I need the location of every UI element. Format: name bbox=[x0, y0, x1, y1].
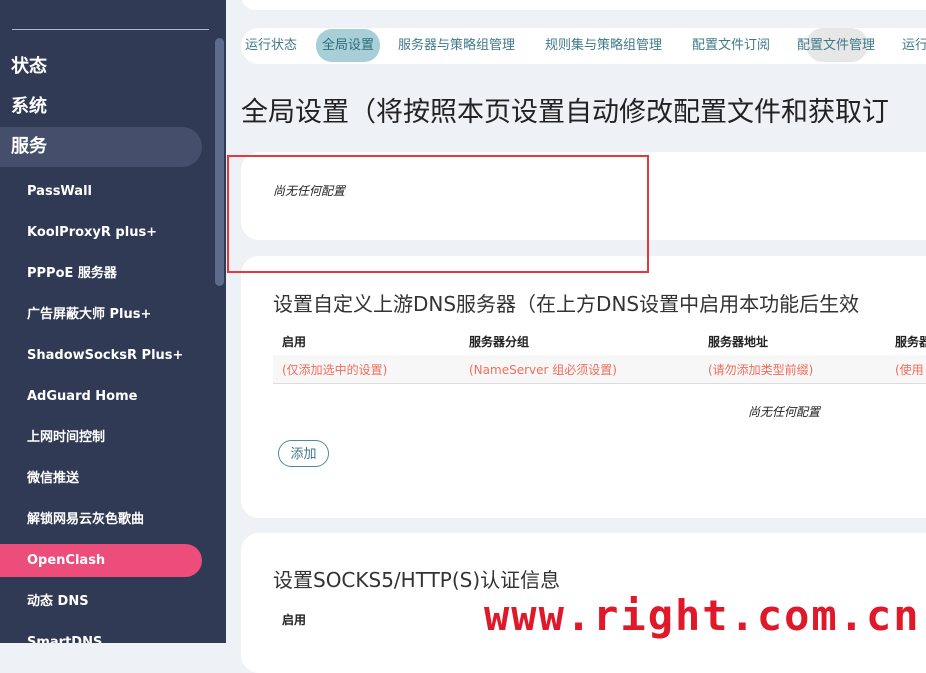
sidebar-scrollbar[interactable] bbox=[215, 38, 224, 286]
hint-enable: (仅添加选中的设置) bbox=[282, 363, 388, 377]
sidebar-item-shadowsocksr[interactable]: ShadowSocksR Plus+ bbox=[0, 339, 183, 372]
page-title: 全局设置（将按照本页设置自动修改配置文件和获取订 bbox=[241, 97, 889, 128]
column-header-server-address: 服务器地址 bbox=[708, 335, 769, 349]
tab-run-log[interactable]: 运行 bbox=[902, 29, 926, 62]
tab-global-settings[interactable]: 全局设置 bbox=[316, 29, 381, 62]
sidebar-item-smartdns[interactable]: SmartDNS bbox=[0, 626, 102, 643]
sidebar: 状态 系统 服务 PassWall KoolProxyR plus+ PPPoE… bbox=[0, 0, 226, 643]
sidebar-item-openclash[interactable]: OpenClash bbox=[0, 544, 202, 577]
top-card bbox=[241, 0, 926, 10]
column-header-enable: 启用 bbox=[282, 335, 307, 349]
tab-config-subscription[interactable]: 配置文件订阅 bbox=[692, 29, 770, 62]
sidebar-item-status[interactable]: 状态 bbox=[0, 47, 47, 87]
sidebar-item-unblock-netease[interactable]: 解锁网易云灰色歌曲 bbox=[0, 503, 144, 536]
watermark: www.right.com.cn bbox=[484, 591, 921, 640]
auth-column-header-enable: 启用 bbox=[282, 613, 307, 627]
sidebar-item-wechat-push[interactable]: 微信推送 bbox=[0, 462, 79, 495]
sidebar-item-koolproxyr[interactable]: KoolProxyR plus+ bbox=[0, 216, 157, 249]
hint-server-extra: (使用 bbox=[895, 363, 924, 377]
dns-section-title: 设置自定义上游DNS服务器（在上方DNS设置中启用本功能后生效 bbox=[273, 292, 860, 316]
sidebar-item-passwall[interactable]: PassWall bbox=[0, 175, 92, 208]
column-header-server-extra: 服务器 bbox=[895, 335, 926, 349]
auth-section-title: 设置SOCKS5/HTTP(S)认证信息 bbox=[273, 568, 561, 592]
column-header-server-group: 服务器分组 bbox=[469, 335, 530, 349]
sidebar-item-ad-block-master[interactable]: 广告屏蔽大师 Plus+ bbox=[0, 298, 151, 331]
add-dns-button[interactable]: 添加 bbox=[278, 440, 329, 467]
sidebar-item-dynamic-dns[interactable]: 动态 DNS bbox=[0, 585, 89, 618]
sidebar-item-adguard-home[interactable]: AdGuard Home bbox=[0, 380, 137, 413]
sidebar-item-pppoe-server[interactable]: PPPoE 服务器 bbox=[0, 257, 117, 290]
hint-server-address: (请勿添加类型前缀) bbox=[708, 363, 814, 377]
sidebar-item-system[interactable]: 系统 bbox=[0, 87, 47, 127]
hint-server-group: (NameServer 组必须设置) bbox=[469, 363, 617, 377]
sidebar-divider bbox=[12, 29, 209, 30]
tab-run-status[interactable]: 运行状态 bbox=[245, 29, 297, 62]
tab-config-management[interactable]: 配置文件管理 bbox=[797, 29, 875, 62]
dns-empty-note: 尚无任何配置 bbox=[748, 405, 821, 419]
sidebar-item-services[interactable]: 服务 bbox=[0, 127, 202, 167]
sidebar-item-time-control[interactable]: 上网时间控制 bbox=[0, 421, 105, 454]
tab-server-policy[interactable]: 服务器与策略组管理 bbox=[398, 29, 515, 62]
tab-ruleset-policy[interactable]: 规则集与策略组管理 bbox=[545, 29, 662, 62]
red-highlight-box bbox=[227, 155, 649, 273]
